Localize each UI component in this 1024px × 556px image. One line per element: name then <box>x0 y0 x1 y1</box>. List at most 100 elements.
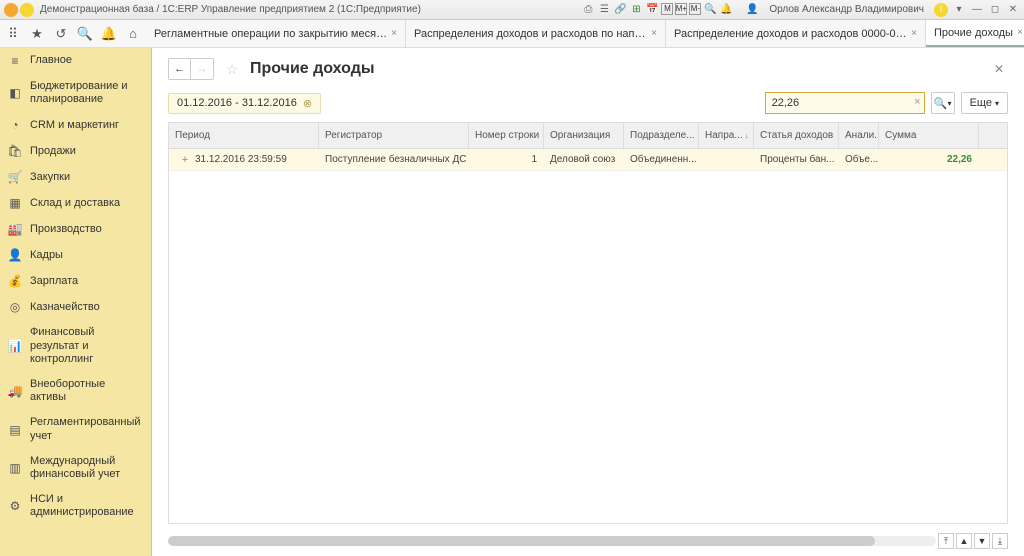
search-titlebar-icon[interactable]: 🔍 <box>703 3 717 17</box>
date-filter-text: 01.12.2016 - 31.12.2016 <box>177 97 297 109</box>
sidebar-item-label: Регламентированный учет <box>30 416 143 442</box>
dropdown-icon[interactable]: ▾ <box>952 3 966 17</box>
titlebar-right: ⎙ ☰ 🔗 ⊞ 📅 M M+ M- 🔍 🔔 👤 Орлов Александр … <box>581 3 1020 17</box>
tool-icon[interactable]: ☰ <box>597 3 611 17</box>
print-icon[interactable]: ⎙ <box>581 3 595 17</box>
column-header[interactable]: Напра...↓ <box>699 123 754 148</box>
table-row[interactable]: + 31.12.2016 23:59:59Поступление безнали… <box>169 149 1007 171</box>
sidebar-item[interactable]: ⚙НСИ и администрирование <box>0 487 151 525</box>
user-name[interactable]: Орлов Александр Владимирович <box>763 4 930 15</box>
sidebar-item[interactable]: ▥Международный финансовый учет <box>0 449 151 487</box>
search-input[interactable] <box>765 92 925 114</box>
m-btn[interactable]: M <box>661 3 673 15</box>
m-plus-btn[interactable]: M+ <box>675 3 687 15</box>
sidebar-item-icon: 🛒 <box>8 170 22 184</box>
link-icon[interactable]: 🔗 <box>613 3 627 17</box>
sidebar-item[interactable]: ◔CRM и маркетинг <box>0 112 151 138</box>
column-header[interactable]: Организация <box>544 123 624 148</box>
sidebar-item[interactable]: ▤ Регламентированный учет <box>0 410 151 448</box>
tab[interactable]: Распределения доходов и расходов по напр… <box>406 20 666 47</box>
sidebar-item[interactable]: 👤Кадры <box>0 242 151 268</box>
search-wrap: × <box>765 92 925 114</box>
more-button[interactable]: Еще▾ <box>961 92 1008 114</box>
table-cell: Деловой союз <box>544 149 624 170</box>
table-cell <box>699 149 754 170</box>
sidebar: ≡Главное◧Бюджетирование и планирование◔C… <box>0 48 152 556</box>
tab-close-icon[interactable]: × <box>1017 27 1023 38</box>
search-toolbar-icon[interactable]: 🔍 <box>76 25 94 43</box>
column-header[interactable]: Подразделе... <box>624 123 699 148</box>
maximize-icon[interactable]: ◻ <box>988 3 1002 17</box>
page-title: Прочие доходы <box>250 60 375 78</box>
bell-icon[interactable]: 🔔 <box>719 3 733 17</box>
sidebar-item[interactable]: ◎Казначейство <box>0 294 151 320</box>
scroll-top-button[interactable]: ⤒ <box>938 533 954 549</box>
calendar-icon[interactable]: 📅 <box>645 3 659 17</box>
date-filter-clear-icon[interactable]: ⊗ <box>303 97 312 110</box>
column-header[interactable]: Номер строки <box>469 123 544 148</box>
sidebar-item-label: Бюджетирование и планирование <box>30 80 143 106</box>
h-scrollbar[interactable] <box>168 536 936 546</box>
scroll-bottom-button[interactable]: ⤓ <box>992 533 1008 549</box>
tab-close-icon[interactable]: × <box>391 28 397 39</box>
home-icon[interactable]: ⌂ <box>124 25 142 43</box>
column-header[interactable]: Анали... <box>839 123 879 148</box>
column-header[interactable]: Регистратор <box>319 123 469 148</box>
scroll-down-button[interactable]: ▼ <box>974 533 990 549</box>
page-close-button[interactable]: ✕ <box>990 58 1008 80</box>
favorite-button[interactable]: ☆ <box>222 59 242 79</box>
sidebar-item[interactable]: 🚚Внеоборотные активы <box>0 372 151 410</box>
table-cell: 1 <box>469 149 544 170</box>
column-header[interactable]: Сумма <box>879 123 979 148</box>
window-title: Демонстрационная база / 1С:ERP Управлени… <box>36 4 581 15</box>
tab[interactable]: Регламентные операции по закрытию месяца… <box>146 20 406 47</box>
date-filter[interactable]: 01.12.2016 - 31.12.2016 ⊗ <box>168 93 321 114</box>
sidebar-item[interactable]: ≡Главное <box>0 48 151 74</box>
sidebar-item-label: Зарплата <box>30 275 78 288</box>
tab[interactable]: Прочие доходы× <box>926 20 1024 47</box>
sidebar-item[interactable]: ◧Бюджетирование и планирование <box>0 74 151 112</box>
search-clear-icon[interactable]: × <box>914 96 920 108</box>
nav-group: ← → <box>168 58 214 80</box>
sidebar-item-icon: ◎ <box>8 300 22 314</box>
sidebar-item-icon: ▤ <box>8 423 22 437</box>
sidebar-item-icon: ◔ <box>8 118 22 132</box>
sidebar-item-label: Закупки <box>30 171 70 184</box>
close-window-icon[interactable]: ✕ <box>1006 3 1020 17</box>
sidebar-item[interactable]: ▦Склад и доставка <box>0 190 151 216</box>
history-icon[interactable]: ↺ <box>52 25 70 43</box>
sidebar-item-icon: 📊 <box>8 339 22 353</box>
sidebar-item-label: Продажи <box>30 145 76 158</box>
scroll-up-button[interactable]: ▲ <box>956 533 972 549</box>
sidebar-item-label: Международный финансовый учет <box>30 455 143 481</box>
table-cell: + 31.12.2016 23:59:59 <box>169 149 319 170</box>
tab-close-icon[interactable]: × <box>651 28 657 39</box>
calc-icon[interactable]: ⊞ <box>629 3 643 17</box>
column-header[interactable]: Период <box>169 123 319 148</box>
back-button[interactable]: ← <box>169 59 191 79</box>
sidebar-item-icon: 🛍 <box>8 144 22 158</box>
sidebar-item[interactable]: 🛍 Продажи <box>0 138 151 164</box>
expand-icon[interactable]: + <box>175 154 195 166</box>
content-area: 9 ← → ☆ Прочие доходы ✕ 01.12.2016 - 31.… <box>152 48 1024 556</box>
m-minus-btn[interactable]: M- <box>689 3 701 15</box>
table-cell: 22,26 <box>879 149 979 170</box>
sidebar-item[interactable]: 💰 Зарплата <box>0 268 151 294</box>
forward-button[interactable]: → <box>191 59 213 79</box>
minimize-icon[interactable]: — <box>970 3 984 17</box>
apps-icon[interactable]: ⠿ <box>4 25 22 43</box>
table-cell: Проценты бан... <box>754 149 839 170</box>
sidebar-item[interactable]: 🏭Производство <box>0 216 151 242</box>
info-icon[interactable]: i <box>934 3 948 17</box>
sidebar-item-icon: 💰 <box>8 274 22 288</box>
sidebar-item[interactable]: 📊Финансовый результат и контроллинг <box>0 320 151 372</box>
bell-toolbar-icon[interactable]: 🔔 <box>100 25 118 43</box>
sidebar-item[interactable]: 🛒 Закупки <box>0 164 151 190</box>
star-icon[interactable]: ★ <box>28 25 46 43</box>
search-button[interactable]: 🔍▾ <box>931 92 955 114</box>
tab[interactable]: Распределение доходов и расходов 0000-00… <box>666 20 926 47</box>
tab-close-icon[interactable]: × <box>911 28 917 39</box>
sidebar-item-icon: ≡ <box>8 54 22 68</box>
app-icon-2 <box>20 3 34 17</box>
column-header[interactable]: Статья доходов <box>754 123 839 148</box>
